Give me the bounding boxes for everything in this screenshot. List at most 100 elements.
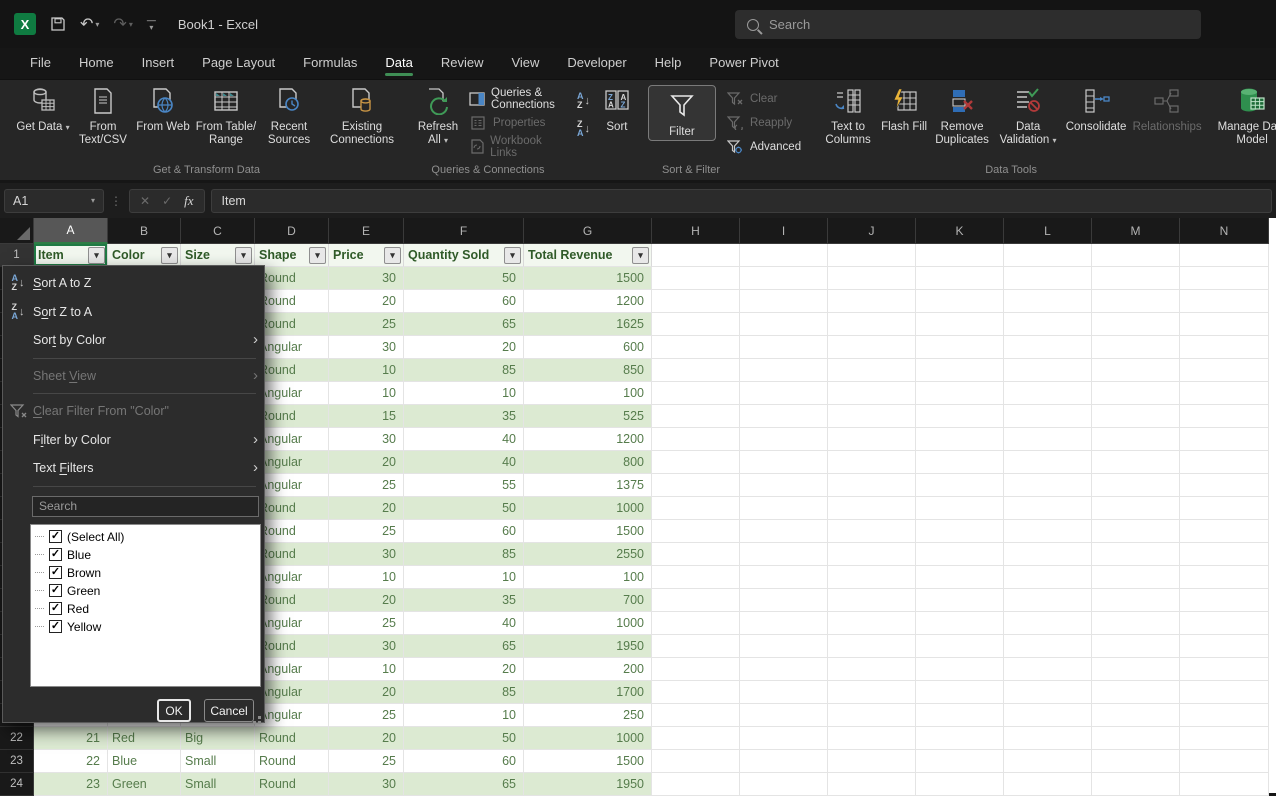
- empty-cell[interactable]: [740, 267, 828, 290]
- empty-cell[interactable]: [828, 658, 916, 681]
- empty-cell[interactable]: [828, 336, 916, 359]
- table-cell[interactable]: Big: [181, 727, 255, 750]
- empty-cell[interactable]: [1004, 359, 1092, 382]
- empty-cell[interactable]: [652, 474, 740, 497]
- table-cell[interactable]: 25: [329, 750, 404, 773]
- empty-cell[interactable]: [828, 635, 916, 658]
- table-cell[interactable]: 25: [329, 520, 404, 543]
- table-cell[interactable]: 1500: [524, 520, 652, 543]
- column-header-c[interactable]: C: [181, 218, 255, 244]
- empty-cell[interactable]: [1004, 244, 1092, 267]
- empty-cell[interactable]: [740, 474, 828, 497]
- existing-connections-button[interactable]: Existing Connections: [325, 84, 399, 147]
- table-cell[interactable]: Round: [255, 635, 329, 658]
- table-header-cell[interactable]: Item▾: [34, 244, 108, 267]
- table-cell[interactable]: Red: [108, 727, 181, 750]
- tab-power-pivot[interactable]: Power Pivot: [697, 49, 790, 78]
- empty-cell[interactable]: [828, 244, 916, 267]
- table-cell[interactable]: 85: [404, 359, 524, 382]
- menu-sort-a-to-z[interactable]: AZ↓ Sort A to Z: [3, 269, 264, 298]
- empty-cell[interactable]: [1004, 589, 1092, 612]
- table-cell[interactable]: 40: [404, 428, 524, 451]
- empty-cell[interactable]: [1004, 290, 1092, 313]
- empty-cell[interactable]: [652, 336, 740, 359]
- empty-cell[interactable]: [828, 566, 916, 589]
- empty-cell[interactable]: [740, 566, 828, 589]
- column-header-e[interactable]: E: [329, 218, 404, 244]
- empty-cell[interactable]: [1092, 382, 1180, 405]
- table-cell[interactable]: Round: [255, 497, 329, 520]
- empty-cell[interactable]: [740, 290, 828, 313]
- empty-cell[interactable]: [1180, 635, 1269, 658]
- table-cell[interactable]: Angular: [255, 451, 329, 474]
- empty-cell[interactable]: [1092, 681, 1180, 704]
- table-cell[interactable]: 10: [329, 382, 404, 405]
- ok-button[interactable]: OK: [157, 699, 191, 722]
- resize-grip-icon[interactable]: [258, 716, 261, 719]
- table-cell[interactable]: 100: [524, 382, 652, 405]
- empty-cell[interactable]: [916, 727, 1004, 750]
- empty-cell[interactable]: [1004, 681, 1092, 704]
- empty-cell[interactable]: [652, 704, 740, 727]
- empty-cell[interactable]: [1180, 474, 1269, 497]
- table-cell[interactable]: Angular: [255, 658, 329, 681]
- empty-cell[interactable]: [740, 405, 828, 428]
- table-cell[interactable]: Angular: [255, 474, 329, 497]
- table-cell[interactable]: 1700: [524, 681, 652, 704]
- search-input[interactable]: [769, 17, 1149, 32]
- empty-cell[interactable]: [916, 244, 1004, 267]
- empty-cell[interactable]: [740, 635, 828, 658]
- empty-cell[interactable]: [1180, 566, 1269, 589]
- table-cell[interactable]: 10: [329, 359, 404, 382]
- empty-cell[interactable]: [740, 336, 828, 359]
- table-cell[interactable]: Angular: [255, 681, 329, 704]
- column-header-i[interactable]: I: [740, 218, 828, 244]
- empty-cell[interactable]: [916, 612, 1004, 635]
- table-cell[interactable]: 25: [329, 313, 404, 336]
- refresh-all-button[interactable]: Refresh All ▾: [413, 84, 463, 147]
- table-header-cell[interactable]: Size▾: [181, 244, 255, 267]
- empty-cell[interactable]: [1004, 428, 1092, 451]
- customize-quick-access-toolbar-icon[interactable]: —▾: [147, 17, 156, 31]
- empty-cell[interactable]: [1092, 428, 1180, 451]
- filter-value-item[interactable]: ✓Green: [33, 582, 260, 600]
- table-cell[interactable]: 60: [404, 750, 524, 773]
- empty-cell[interactable]: [1180, 428, 1269, 451]
- autofilter-dropdown-button[interactable]: ▾: [161, 247, 178, 264]
- empty-cell[interactable]: [1004, 750, 1092, 773]
- empty-cell[interactable]: [1180, 543, 1269, 566]
- menu-filter-by-color[interactable]: Filter by Color ›: [3, 426, 264, 455]
- empty-cell[interactable]: [1180, 658, 1269, 681]
- table-header-cell[interactable]: Total Revenue▾: [524, 244, 652, 267]
- table-cell[interactable]: 1500: [524, 750, 652, 773]
- sort-descending-button[interactable]: ZA↓: [577, 120, 590, 138]
- autofilter-dropdown-button[interactable]: ▾: [632, 247, 649, 264]
- empty-cell[interactable]: [740, 244, 828, 267]
- empty-cell[interactable]: [1092, 313, 1180, 336]
- search-box[interactable]: [735, 10, 1201, 39]
- table-cell[interactable]: Round: [255, 313, 329, 336]
- empty-cell[interactable]: [916, 451, 1004, 474]
- filter-value-item[interactable]: ✓Brown: [33, 564, 260, 582]
- table-cell[interactable]: 30: [329, 543, 404, 566]
- table-cell[interactable]: Round: [255, 359, 329, 382]
- empty-cell[interactable]: [916, 750, 1004, 773]
- table-header-cell[interactable]: Quantity Sold▾: [404, 244, 524, 267]
- undo-button[interactable]: ↶▾: [80, 14, 99, 34]
- empty-cell[interactable]: [828, 612, 916, 635]
- table-cell[interactable]: 100: [524, 566, 652, 589]
- table-cell[interactable]: 20: [329, 497, 404, 520]
- text-to-columns-button[interactable]: Text to Columns: [819, 84, 877, 147]
- empty-cell[interactable]: [740, 612, 828, 635]
- empty-cell[interactable]: [916, 658, 1004, 681]
- empty-cell[interactable]: [1004, 635, 1092, 658]
- autofilter-dropdown-button[interactable]: ▾: [309, 247, 326, 264]
- table-cell[interactable]: Round: [255, 750, 329, 773]
- autofilter-dropdown-button[interactable]: ▾: [88, 247, 105, 264]
- table-cell[interactable]: 10: [404, 382, 524, 405]
- empty-cell[interactable]: [1180, 290, 1269, 313]
- checkbox-checked-icon[interactable]: ✓: [49, 566, 62, 579]
- column-header-h[interactable]: H: [652, 218, 740, 244]
- empty-cell[interactable]: [740, 497, 828, 520]
- empty-cell[interactable]: [916, 290, 1004, 313]
